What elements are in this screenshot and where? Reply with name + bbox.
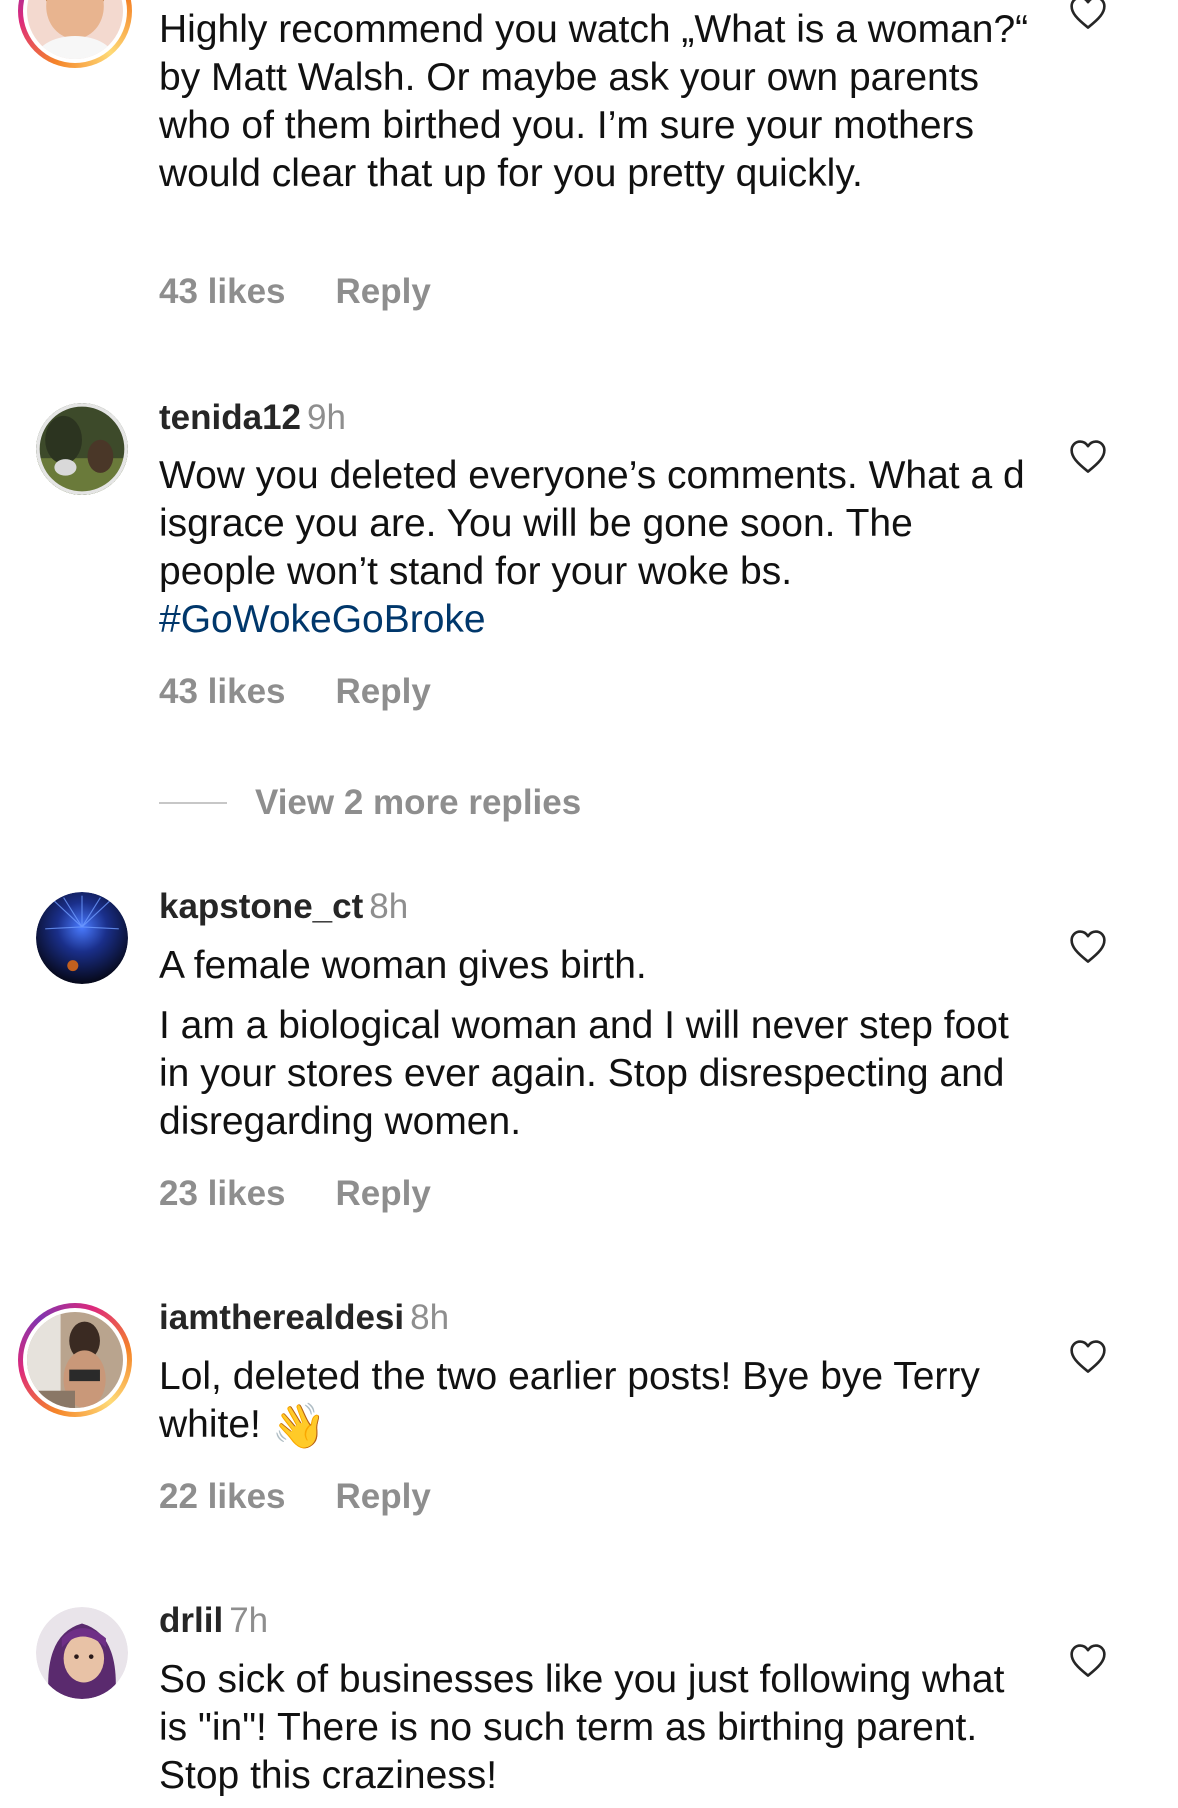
likes-count[interactable]: 22 likes	[159, 1477, 286, 1516]
comment-body: Lol, deleted the two earlier posts! Bye …	[159, 1353, 1039, 1449]
reply-button[interactable]: Reply	[336, 1174, 431, 1213]
comment-text: Highly recommend you watch „What is a wo…	[159, 6, 1039, 198]
comment-body-2: I am a biological woman and I will never…	[159, 1004, 1009, 1143]
avatar[interactable]	[36, 403, 128, 495]
replies-divider	[159, 802, 227, 804]
username[interactable]: drlil	[159, 1601, 223, 1640]
view-more-replies-label: View 2 more replies	[255, 783, 582, 822]
avatar-image	[27, 0, 123, 59]
comment-body: A female woman gives birth.	[159, 944, 647, 987]
comment-meta: 22 likes Reply	[159, 1477, 431, 1517]
comment-header: iamtherealdesi 8h	[159, 1298, 449, 1338]
like-heart-icon[interactable]	[1068, 928, 1108, 964]
comment-meta: 23 likes Reply	[159, 1174, 431, 1214]
comment-body: So sick of businesses like you just foll…	[159, 1658, 1005, 1797]
timestamp: 8h	[410, 1298, 450, 1337]
timestamp: 9h	[307, 398, 346, 437]
username[interactable]: kapstone_ct	[159, 887, 363, 926]
avatar-image	[36, 892, 128, 984]
like-heart-icon[interactable]	[1068, 1642, 1108, 1678]
avatar[interactable]	[36, 892, 128, 984]
comment-header: kapstone_ct 8h	[159, 887, 408, 927]
avatar-image	[27, 1312, 123, 1408]
likes-count[interactable]: 23 likes	[159, 1174, 286, 1213]
comment-header: drlil 7h	[159, 1601, 268, 1641]
comment-body: Wow you deleted everyone’s comments. Wha…	[159, 452, 1039, 644]
comment-header: tenida12 9h	[159, 398, 346, 438]
avatar-image	[36, 403, 128, 495]
comment-text: A female woman gives birth. I am a biolo…	[159, 942, 1039, 1146]
comment-text: So sick of businesses like you just foll…	[159, 1656, 1039, 1800]
comment-text: Lol, deleted the two earlier posts! Bye …	[159, 1353, 1039, 1449]
like-heart-icon[interactable]	[1068, 1338, 1108, 1374]
timestamp: 8h	[369, 887, 409, 926]
comment-meta: 43 likes Reply	[159, 672, 431, 712]
comment-text: Wow you deleted everyone’s comments. Wha…	[159, 452, 1039, 644]
avatar[interactable]	[18, 0, 132, 68]
reply-button[interactable]: Reply	[336, 672, 431, 711]
username[interactable]: tenida12	[159, 398, 301, 437]
comment-body: Highly recommend you watch „What is a wo…	[159, 8, 1029, 195]
likes-count[interactable]: 43 likes	[159, 272, 286, 311]
comment-meta: 43 likes Reply	[159, 272, 431, 312]
comment-body-text: Wow you deleted everyone’s comments. Wha…	[159, 454, 1025, 593]
waving-hand-icon: 👋	[271, 1400, 327, 1452]
avatar-image	[36, 1607, 128, 1699]
avatar[interactable]	[18, 1303, 132, 1417]
like-heart-icon[interactable]	[1068, 438, 1108, 474]
likes-count[interactable]: 43 likes	[159, 672, 286, 711]
reply-button[interactable]: Reply	[336, 272, 431, 311]
avatar[interactable]	[36, 1607, 128, 1699]
view-more-replies-button[interactable]: View 2 more replies	[159, 783, 581, 823]
like-heart-icon[interactable]	[1068, 0, 1108, 30]
hashtag-link[interactable]: #GoWokeGoBroke	[159, 598, 486, 641]
reply-button[interactable]: Reply	[336, 1477, 431, 1516]
timestamp: 7h	[229, 1601, 269, 1640]
username[interactable]: iamtherealdesi	[159, 1298, 404, 1337]
